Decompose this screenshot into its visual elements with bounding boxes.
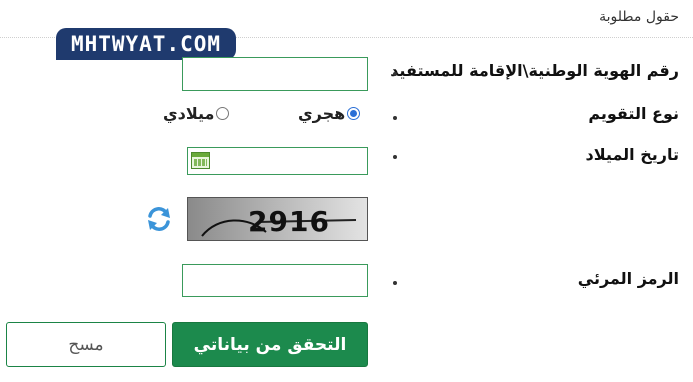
captcha-image: 2916 (187, 197, 368, 241)
required-dot (393, 116, 397, 120)
birth-date-label: تاريخ الميلاد (585, 145, 679, 164)
required-fields-label: حقول مطلوبة (599, 9, 679, 25)
birth-date-input[interactable] (187, 147, 368, 175)
radio-hijri-label: هجري (298, 104, 346, 123)
captcha-text: 2916 (248, 205, 330, 238)
required-dot (393, 155, 397, 159)
verify-my-data-button[interactable]: التحقق من بياناتي (172, 322, 368, 367)
captcha-input[interactable] (182, 264, 368, 297)
radio-gregorian[interactable]: ميلادي (163, 104, 230, 123)
captcha-label: الرمز المرئي (577, 269, 679, 288)
radio-hijri-button[interactable] (347, 107, 361, 120)
site-watermark-logo: MHTWYAT.COM (56, 28, 236, 60)
calendar-icon[interactable] (191, 152, 210, 169)
radio-gregorian-button[interactable] (216, 107, 230, 120)
radio-hijri[interactable]: هجري (298, 104, 361, 123)
refresh-captcha-icon[interactable] (145, 205, 173, 233)
required-dot (393, 281, 397, 285)
radio-gregorian-label: ميلادي (163, 104, 215, 123)
clear-button[interactable]: مسح (6, 322, 166, 367)
calendar-type-label: نوع التقويم (588, 104, 679, 123)
required-dot (393, 72, 397, 76)
id-number-input[interactable] (182, 57, 368, 91)
id-number-label: رقم الهوية الوطنية\الإقامة للمستفيد (390, 61, 679, 80)
